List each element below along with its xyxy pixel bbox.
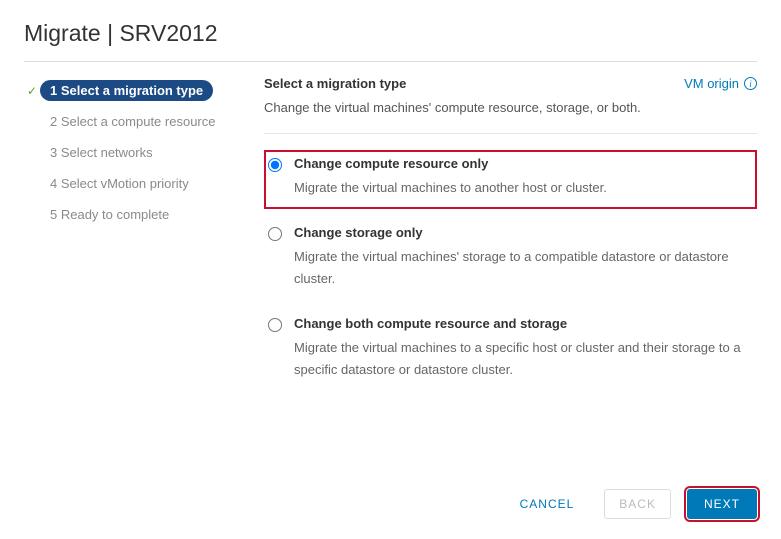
option-desc: Migrate the virtual machines to another … bbox=[294, 177, 753, 199]
wizard-footer: CANCEL BACK NEXT bbox=[506, 489, 757, 519]
wizard-layout: ✓ 1 Select a migration type ✓ 2 Select a… bbox=[24, 76, 757, 402]
page-title: Migrate | SRV2012 bbox=[24, 20, 757, 47]
option-desc: Migrate the virtual machines to a specif… bbox=[294, 337, 753, 381]
step-4[interactable]: ✓ 4 Select vMotion priority bbox=[24, 169, 254, 198]
section-description: Change the virtual machines' compute res… bbox=[264, 97, 641, 119]
option-compute-only[interactable]: Change compute resource only Migrate the… bbox=[264, 150, 757, 209]
section-divider bbox=[264, 133, 757, 134]
step-label: 4 Select vMotion priority bbox=[40, 173, 199, 194]
option-desc: Migrate the virtual machines' storage to… bbox=[294, 246, 753, 290]
vm-origin-label: VM origin bbox=[684, 76, 739, 91]
option-body: Change both compute resource and storage… bbox=[294, 316, 753, 381]
cancel-button[interactable]: CANCEL bbox=[506, 490, 589, 518]
option-title: Change compute resource only bbox=[294, 156, 753, 171]
step-1[interactable]: ✓ 1 Select a migration type bbox=[24, 76, 254, 105]
step-label: 1 Select a migration type bbox=[40, 80, 213, 101]
vm-origin-link[interactable]: VM origin i bbox=[684, 76, 757, 91]
option-title: Change both compute resource and storage bbox=[294, 316, 753, 331]
option-body: Change storage only Migrate the virtual … bbox=[294, 225, 753, 290]
title-divider bbox=[24, 61, 757, 62]
option-storage-only[interactable]: Change storage only Migrate the virtual … bbox=[264, 219, 757, 300]
back-button: BACK bbox=[604, 489, 671, 519]
wizard-sidebar: ✓ 1 Select a migration type ✓ 2 Select a… bbox=[24, 76, 254, 402]
step-label: 5 Ready to complete bbox=[40, 204, 179, 225]
section-header: Select a migration type Change the virtu… bbox=[264, 76, 757, 127]
wizard-main: Select a migration type Change the virtu… bbox=[254, 76, 757, 402]
radio-storage-only[interactable] bbox=[268, 227, 282, 241]
option-body: Change compute resource only Migrate the… bbox=[294, 156, 753, 199]
step-3[interactable]: ✓ 3 Select networks bbox=[24, 138, 254, 167]
step-5[interactable]: ✓ 5 Ready to complete bbox=[24, 200, 254, 229]
section-heading-block: Select a migration type Change the virtu… bbox=[264, 76, 641, 127]
section-title: Select a migration type bbox=[264, 76, 641, 91]
check-icon: ✓ bbox=[24, 84, 40, 98]
option-both[interactable]: Change both compute resource and storage… bbox=[264, 310, 757, 391]
option-title: Change storage only bbox=[294, 225, 753, 240]
info-icon: i bbox=[744, 77, 757, 90]
radio-compute-only[interactable] bbox=[268, 158, 282, 172]
step-label: 2 Select a compute resource bbox=[40, 111, 225, 132]
step-label: 3 Select networks bbox=[40, 142, 163, 163]
step-2[interactable]: ✓ 2 Select a compute resource bbox=[24, 107, 254, 136]
radio-both[interactable] bbox=[268, 318, 282, 332]
next-button[interactable]: NEXT bbox=[687, 489, 757, 519]
